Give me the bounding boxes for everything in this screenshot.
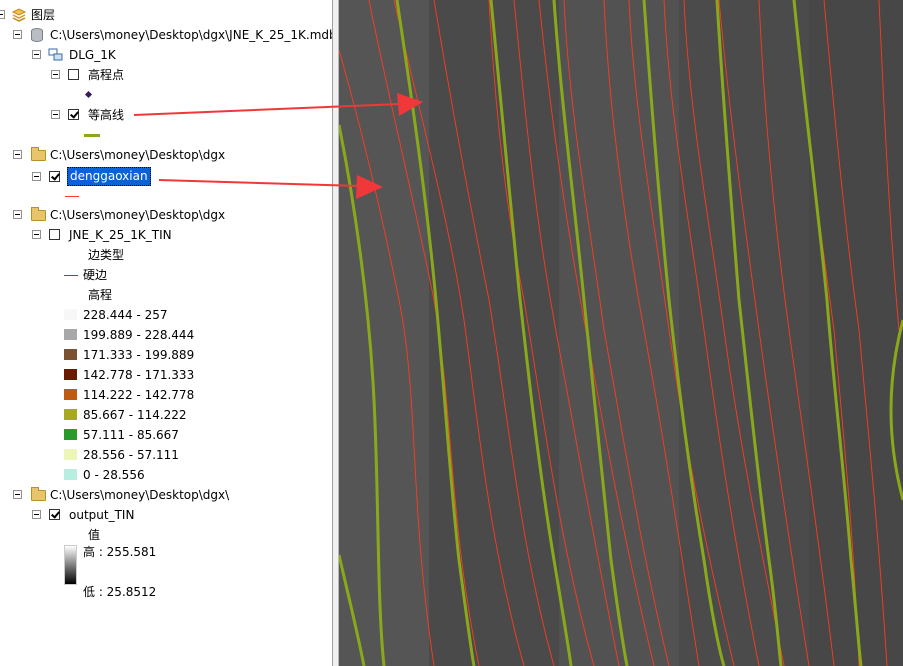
collapse-icon[interactable]: [51, 70, 60, 79]
folder1-label: C:\Users\money\Desktop\dgx: [50, 148, 226, 162]
table-of-contents: 图层 C:\Users\money\Desktop\dgx\JNE_K_25_1…: [0, 0, 333, 666]
collapse-icon[interactable]: [13, 30, 22, 39]
database-icon: [31, 28, 43, 42]
folder-icon: [31, 207, 46, 221]
output-tin-checkbox[interactable]: [49, 509, 60, 520]
folder2-label: C:\Users\money\Desktop\dgx: [50, 208, 226, 222]
collapse-icon[interactable]: [13, 490, 22, 499]
elevation-swatch: [64, 469, 77, 480]
elevation-class-label: 28.556 - 57.111: [83, 448, 179, 462]
line-symbol-icon: [65, 196, 79, 197]
elevation-swatch: [64, 349, 77, 360]
contours-symbol-row: [0, 125, 120, 145]
toc-root-label: 图层: [31, 8, 56, 22]
folder-group-1[interactable]: C:\Users\money\Desktop\dgx: [0, 145, 332, 165]
high-value-label: 高 : 255.581: [83, 545, 157, 559]
layer-tin[interactable]: JNE_K_25_1K_TIN: [0, 225, 332, 245]
elevation-class-label: 57.111 - 85.667: [83, 428, 179, 442]
collapse-icon[interactable]: [13, 210, 22, 219]
denggaoxian-label[interactable]: denggaoxian: [67, 167, 151, 186]
elevation-class-label: 0 - 28.556: [83, 468, 145, 482]
dataset-label: DLG_1K: [69, 48, 116, 62]
collapse-icon[interactable]: [32, 172, 41, 181]
folder3-label: C:\Users\money\Desktop\dgx\: [50, 488, 230, 502]
mdb-group[interactable]: C:\Users\money\Desktop\dgx\JNE_K_25_1K.m…: [0, 25, 333, 45]
collapse-icon[interactable]: [0, 10, 5, 19]
elevation-swatch: [64, 449, 77, 460]
low-value-label: 低 : 25.8512: [83, 585, 157, 599]
contours-label: 等高线: [88, 108, 125, 122]
elevation-swatch: [64, 309, 77, 320]
elev-points-label: 高程点: [88, 68, 125, 82]
tin-label: JNE_K_25_1K_TIN: [69, 228, 172, 242]
point-symbol-icon: [84, 90, 93, 99]
toc-root[interactable]: 图层: [0, 5, 330, 25]
gradient-ramp-icon: [64, 545, 77, 585]
denggaoxian-symbol-row: [0, 187, 120, 207]
elevation-swatch: [64, 429, 77, 440]
elevation-swatch: [64, 409, 77, 420]
elevation-class-label: 142.778 - 171.333: [83, 368, 195, 382]
layer-output-tin[interactable]: output_TIN: [0, 505, 332, 525]
hard-edge-label: 硬边: [83, 268, 108, 282]
line-symbol-icon: [84, 134, 100, 137]
output-tin-label: output_TIN: [69, 508, 135, 522]
elevation-swatch: [64, 389, 77, 400]
folder-icon: [31, 487, 46, 501]
elevation-class-label: 171.333 - 199.889: [83, 348, 195, 362]
elevation-class-label: 199.889 - 228.444: [83, 328, 195, 342]
map-canvas[interactable]: [339, 0, 903, 666]
elevation-class-label: 114.222 - 142.778: [83, 388, 195, 402]
layer-contours[interactable]: 等高线: [0, 105, 332, 125]
layer-denggaoxian[interactable]: denggaoxian: [0, 167, 332, 187]
map-view[interactable]: [339, 0, 903, 666]
elevation-swatch: [64, 369, 77, 380]
folder-group-2[interactable]: C:\Users\money\Desktop\dgx: [0, 205, 332, 225]
elevation-class-label: 228.444 - 257: [83, 308, 168, 322]
denggaoxian-checkbox[interactable]: [49, 171, 60, 182]
collapse-icon[interactable]: [32, 50, 41, 59]
elev-points-symbol-row: [0, 85, 120, 105]
edge-type-heading: 边类型: [88, 248, 125, 262]
elevation-swatch: [64, 329, 77, 340]
collapse-icon[interactable]: [32, 230, 41, 239]
mdb-path-label: C:\Users\money\Desktop\dgx\JNE_K_25_1K.m…: [50, 28, 333, 42]
collapse-icon[interactable]: [51, 110, 60, 119]
elevation-class-label: 85.667 - 114.222: [83, 408, 187, 422]
collapse-icon[interactable]: [32, 510, 41, 519]
folder-icon: [31, 147, 46, 161]
folder-group-3[interactable]: C:\Users\money\Desktop\dgx\: [0, 485, 332, 505]
terrain-band: [559, 0, 679, 666]
elevation-heading: 高程: [88, 288, 113, 302]
hard-edge-line-icon: [64, 275, 78, 276]
collapse-icon[interactable]: [13, 150, 22, 159]
elev-points-checkbox[interactable]: [68, 69, 79, 80]
tin-checkbox[interactable]: [49, 229, 60, 240]
contours-checkbox[interactable]: [68, 109, 79, 120]
terrain-band: [809, 0, 903, 666]
dataset-group[interactable]: DLG_1K: [0, 45, 332, 65]
layer-elev-points[interactable]: 高程点: [0, 65, 332, 85]
